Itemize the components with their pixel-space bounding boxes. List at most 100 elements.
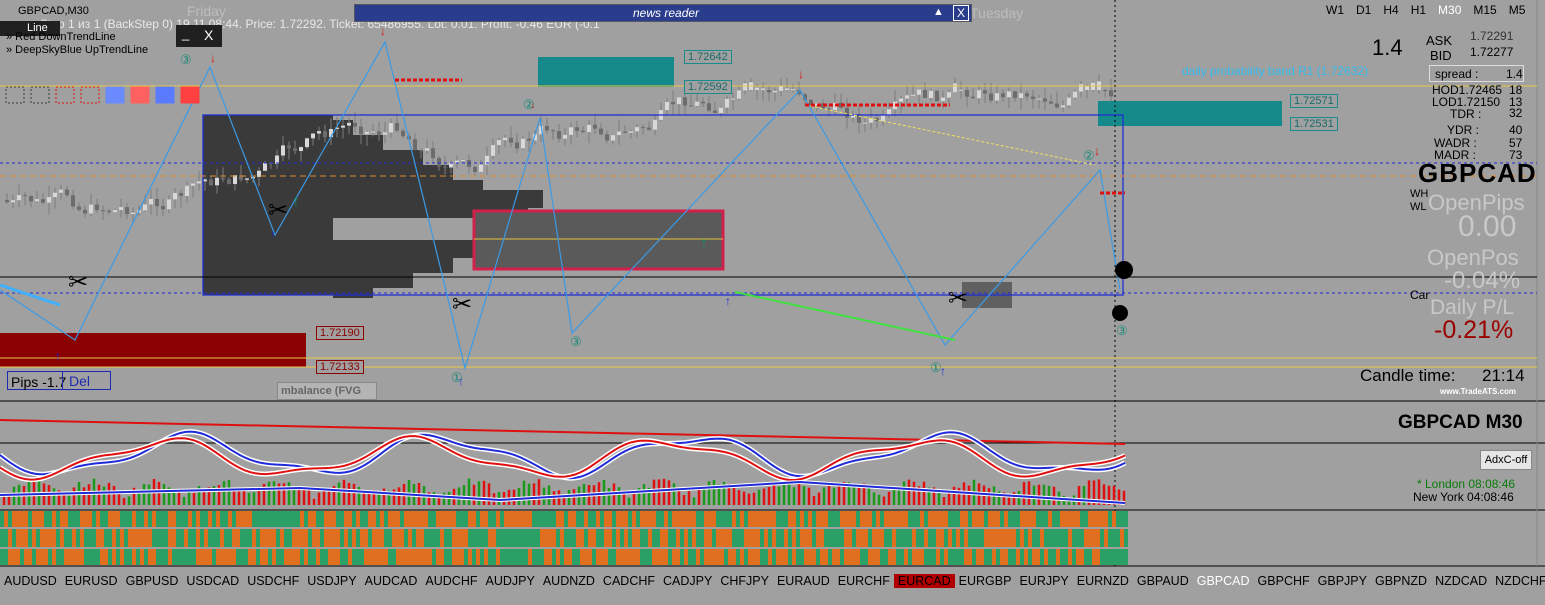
strength-cell xyxy=(144,511,148,527)
symbol-tab-audjpy[interactable]: AUDJPY xyxy=(482,574,539,588)
strength-cell xyxy=(220,511,224,527)
candle-body xyxy=(173,192,177,200)
strength-cell xyxy=(332,529,336,547)
price-box: 1.72190 xyxy=(316,326,364,340)
symbol-tab-audnzd[interactable]: AUDNZD xyxy=(539,574,599,588)
strength-cell xyxy=(1076,511,1080,527)
strength-cell xyxy=(968,529,972,547)
strength-cell xyxy=(1092,511,1096,527)
candle-body xyxy=(965,90,969,97)
strength-cell xyxy=(900,549,904,565)
strength-cell xyxy=(220,529,224,547)
strength-cell xyxy=(648,529,652,547)
strength-cell xyxy=(372,529,376,547)
symbol-tab-gbpusd[interactable]: GBPUSD xyxy=(122,574,183,588)
timeframe-h4[interactable]: H4 xyxy=(1377,3,1404,17)
timeframe-h1[interactable]: H1 xyxy=(1405,3,1432,17)
symbol-tab-nzdchf[interactable]: NZDCHF xyxy=(1491,574,1545,588)
strength-cell xyxy=(1080,529,1084,547)
strength-cell xyxy=(436,549,440,565)
strength-cell xyxy=(168,549,172,565)
symbol-tab-eurusd[interactable]: EURUSD xyxy=(61,574,122,588)
symbol-tab-usdjpy[interactable]: USDJPY xyxy=(303,574,360,588)
collapse-icon[interactable]: ▲ xyxy=(933,6,944,18)
spread-value: 1.4 xyxy=(1506,67,1523,81)
candle-body xyxy=(527,138,531,141)
symbol-tab-gbpaud[interactable]: GBPAUD xyxy=(1133,574,1193,588)
timeframe-d1[interactable]: D1 xyxy=(1350,3,1377,17)
strength-cell xyxy=(268,511,272,527)
strength-cell xyxy=(572,511,576,527)
candle-body xyxy=(1007,91,1011,98)
close-panel-button[interactable]: X xyxy=(204,27,213,43)
blue-uptrend-item[interactable]: » DeepSkyBlue UpTrendLine xyxy=(6,44,148,56)
strength-cell xyxy=(792,549,796,565)
strength-cell xyxy=(972,549,976,565)
timeframe-m5[interactable]: M5 xyxy=(1503,3,1532,17)
symbol-tab-usdcad[interactable]: USDCAD xyxy=(182,574,243,588)
news-reader-bar[interactable]: news reader ▲ X xyxy=(354,4,972,22)
close-news-button[interactable]: X xyxy=(953,5,969,21)
strength-cell xyxy=(252,549,256,565)
symbol-tab-nzdcad[interactable]: NZDCAD xyxy=(1431,574,1491,588)
strength-cell xyxy=(1080,549,1084,565)
strength-cell xyxy=(1092,529,1096,547)
symbol-tab-audchf[interactable]: AUDCHF xyxy=(421,574,481,588)
minimize-button[interactable]: _ xyxy=(182,26,189,41)
strength-cell xyxy=(460,511,464,527)
symbol-tab-gbpnzd[interactable]: GBPNZD xyxy=(1371,574,1431,588)
strength-cell xyxy=(260,549,264,565)
strength-cell xyxy=(756,529,760,547)
adxc-toggle-button[interactable]: AdxC-off xyxy=(1480,450,1532,470)
strength-cell xyxy=(136,529,140,547)
symbol-tab-gbpchf[interactable]: GBPCHF xyxy=(1254,574,1314,588)
symbol-tab-audcad[interactable]: AUDCAD xyxy=(361,574,422,588)
symbol-tab-gbpjpy[interactable]: GBPJPY xyxy=(1314,574,1371,588)
strength-cell xyxy=(456,529,460,547)
symbol-tab-eurjpy[interactable]: EURJPY xyxy=(1015,574,1072,588)
strength-cell xyxy=(400,549,404,565)
strength-cell xyxy=(984,511,988,527)
strength-cell xyxy=(996,529,1000,547)
candle-body xyxy=(197,181,201,184)
strength-cell xyxy=(280,511,284,527)
strength-cell xyxy=(228,511,232,527)
price-box: 1.72642 xyxy=(684,50,732,64)
symbol-tab-euraud[interactable]: EURAUD xyxy=(773,574,834,588)
london-session: * London 08:08:46 xyxy=(1417,477,1516,491)
strength-cell xyxy=(1012,511,1016,527)
symbol-tab-usdchf[interactable]: USDCHF xyxy=(243,574,303,588)
strength-cell xyxy=(952,549,956,565)
candle-body xyxy=(959,89,963,91)
strength-cell xyxy=(488,529,492,547)
strength-cell xyxy=(556,529,560,547)
symbol-tab-chfjpy[interactable]: CHFJPY xyxy=(716,574,773,588)
symbol-tab-eurgbp[interactable]: EURGBP xyxy=(955,574,1016,588)
timeframe-m15[interactable]: M15 xyxy=(1467,3,1502,17)
symbol-tab-eurnzd[interactable]: EURNZD xyxy=(1073,574,1133,588)
strength-cell xyxy=(0,511,4,527)
symbol-tab-eurchf[interactable]: EURCHF xyxy=(834,574,894,588)
strength-cell xyxy=(844,549,848,565)
timeframe-m30[interactable]: M30 xyxy=(1432,3,1467,17)
strength-cell xyxy=(928,511,932,527)
strength-cell xyxy=(584,549,588,565)
strength-cell xyxy=(116,549,120,565)
strength-cell xyxy=(148,529,152,547)
symbol-tab-cadchf[interactable]: CADCHF xyxy=(599,574,659,588)
strength-cell xyxy=(424,549,428,565)
strength-cell xyxy=(1024,511,1028,527)
candle-body xyxy=(59,189,63,193)
candle-body xyxy=(455,160,459,163)
symbol-tab-eurcad[interactable]: EURCAD xyxy=(893,574,955,588)
candle-body xyxy=(5,200,9,203)
timeframe-w1[interactable]: W1 xyxy=(1320,3,1350,17)
red-downtrend-item[interactable]: » Red DownTrendLine xyxy=(6,31,116,43)
symbol-tab-gbpcad[interactable]: GBPCAD xyxy=(1193,574,1254,588)
candle-body xyxy=(737,90,741,99)
delete-button[interactable]: Del xyxy=(62,372,112,389)
price-chart[interactable]: ✂✂ ✂✂↓↓↓↓↓↑↑↑↑↑↑↑③②③①①②③ xyxy=(0,0,1545,605)
symbol-tab-audusd[interactable]: AUDUSD xyxy=(0,574,61,588)
strength-cell xyxy=(880,549,884,565)
symbol-tab-cadjpy[interactable]: CADJPY xyxy=(659,574,716,588)
